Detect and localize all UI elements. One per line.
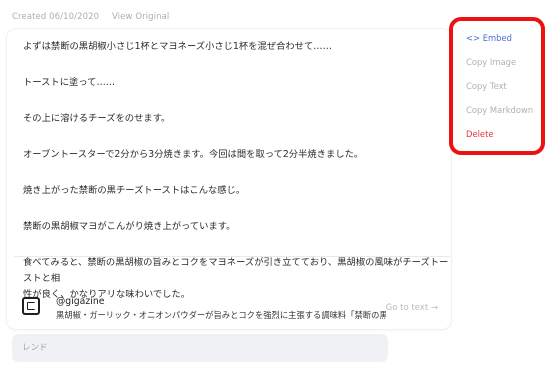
note-meta: Created 06/10/2020 View Original xyxy=(12,12,179,22)
note-card: よずは禁断の黒胡椒小さじ1杯とマヨネーズ小さじ1杯を混ぜ合わせて…… トーストに… xyxy=(6,28,452,330)
view-original-link[interactable]: View Original xyxy=(112,12,169,22)
link-handle: @gigazine xyxy=(56,296,105,307)
copy-text-menu-item[interactable]: Copy Text xyxy=(466,81,507,91)
link-description: 黒胡椒・ガーリック・オニオンパウダーが旨みとコクを強烈に主張する調味料「禁断の黒… xyxy=(56,310,386,320)
actions-menu: <> Embed Copy Image Copy Text Copy Markd… xyxy=(463,26,537,154)
link-preview-card[interactable]: @gigazine 黒胡椒・ガーリック・オニオンパウダーが旨みとコクを強烈に主張… xyxy=(14,287,450,327)
note-paragraph: トーストに塗って…… xyxy=(23,77,116,88)
go-to-text-link[interactable]: Go to text → xyxy=(386,303,438,313)
copy-image-menu-item[interactable]: Copy Image xyxy=(466,57,516,67)
note-body: よずは禁断の黒胡椒小さじ1杯とマヨネーズ小さじ1杯を混ぜ合わせて…… トーストに… xyxy=(23,39,449,321)
created-date: Created 06/10/2020 xyxy=(12,12,100,22)
note-paragraph: 焼き上がった禁断の黒チーズトーストはこんな感じ。 xyxy=(23,185,246,196)
note-line: 食べてみると、禁断の黒胡椒の旨みとコクをマヨネーズが引き立てており、黒胡椒の風味… xyxy=(23,257,449,284)
note-paragraph: その上に溶けるチーズをのせます。 xyxy=(23,113,171,124)
copy-markdown-menu-item[interactable]: Copy Markdown xyxy=(466,105,533,115)
note-paragraph: 禁断の黒胡椒マヨがこんがり焼き上がっています。 xyxy=(23,221,236,232)
reply-input[interactable] xyxy=(12,334,388,362)
embed-menu-item[interactable]: <> Embed xyxy=(466,33,512,43)
delete-menu-item[interactable]: Delete xyxy=(466,129,494,139)
note-paragraph: よずは禁断の黒胡椒小さじ1杯とマヨネーズ小さじ1杯を混ぜ合わせて…… xyxy=(23,41,332,52)
note-paragraph: オーブントースターで2分から3分焼きます。今回は間を取って2分半焼きました。 xyxy=(23,149,364,160)
divider xyxy=(14,256,450,257)
gigazine-logo-icon xyxy=(22,297,40,315)
